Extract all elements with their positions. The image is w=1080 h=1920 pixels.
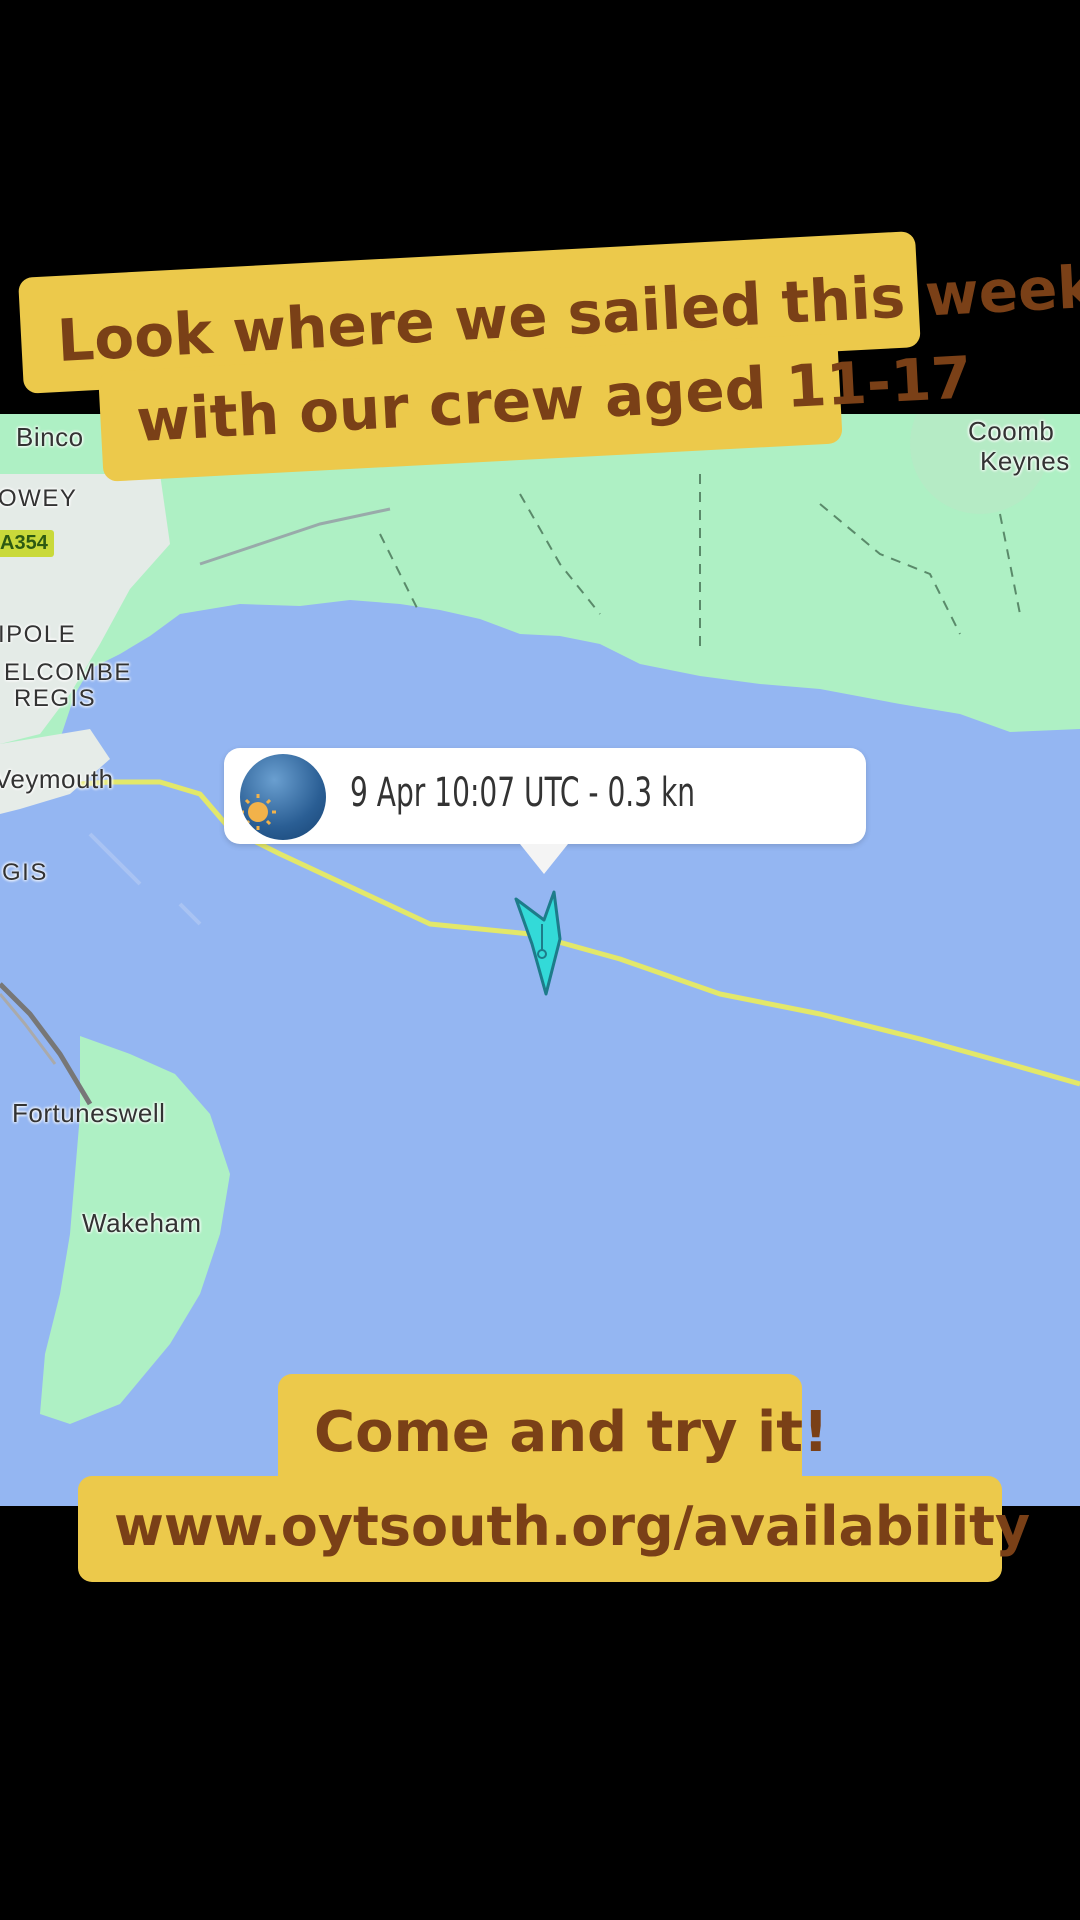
position-popup[interactable]: 9 Apr 10:07 UTC - 0.3 kn [224,748,866,844]
map-view[interactable]: Binco OWEY A354 IPOLE ELCOMBE REGIS Veym… [0,414,1080,1506]
place-label-regis: REGIS [14,685,97,712]
place-label-coombe: Coomb [968,416,1055,446]
chesil-road [0,982,93,1106]
place-label-keynes: Keynes [980,446,1070,476]
place-label-weymouth: Veymouth [0,764,114,794]
place-label-fortuneswell: Fortuneswell [12,1098,166,1128]
road-badge: A354 [0,530,54,557]
place-label-elcombe: ELCOMBE [4,659,132,686]
place-label-owey: OWEY [0,485,78,512]
vessel-marker-icon [514,890,562,996]
popup-pointer [520,844,568,874]
place-label-binc: Binco [16,422,84,452]
caption-bottom-line1: Come and try it! [278,1374,829,1492]
place-label-wakeham: Wakeham [82,1208,202,1238]
place-label-ipole: IPOLE [0,621,77,648]
caption-bottom-line1-text: Come and try it! [314,1400,829,1465]
place-label-gis: GIS [2,859,48,886]
availability-link[interactable]: www.oytsouth.org/availability [114,1498,1030,1556]
weather-sun-icon [240,754,326,840]
map-canvas [0,414,1080,1424]
caption-bottom-line2[interactable]: www.oytsouth.org/availability [78,1476,1030,1582]
popup-text: 9 Apr 10:07 UTC - 0.3 kn [350,770,696,816]
